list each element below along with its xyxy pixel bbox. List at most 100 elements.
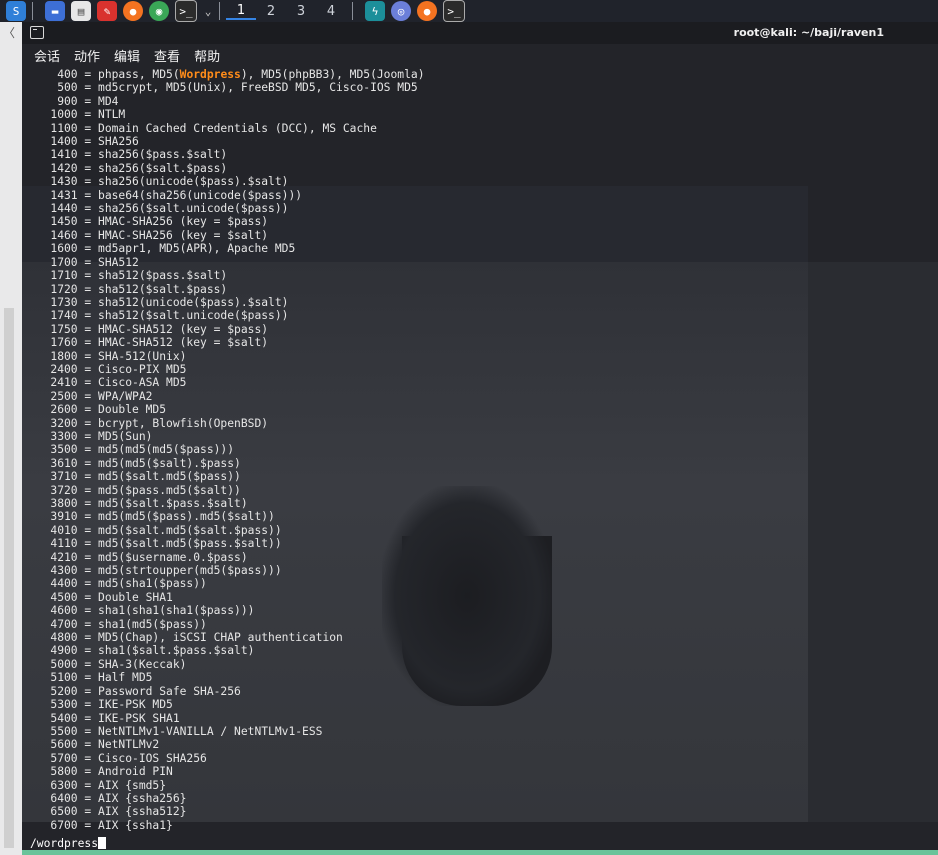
line-text: 1420 = sha256($salt.$pass) — [30, 161, 228, 175]
prompt-text[interactable]: /wordpress — [30, 837, 98, 850]
menu-help[interactable]: 帮助 — [194, 46, 220, 65]
show-desktop-icon[interactable]: ▬ — [45, 1, 65, 21]
workspace-4[interactable]: 4 — [316, 4, 346, 19]
line-text: 4210 = md5($username.0.$pass) — [30, 550, 248, 564]
line-text: 5800 = Android PIN — [30, 765, 173, 779]
terminal-line: 1700 = SHA512 — [30, 256, 930, 269]
terminal-line: 2500 = WPA/WPA2 — [30, 390, 930, 403]
line-text: 1440 = sha256($salt.unicode($pass)) — [30, 202, 289, 216]
line-text: 5400 = IKE-PSK SHA1 — [30, 711, 180, 725]
terminal-line: 1730 = sha512(unicode($pass).$salt) — [30, 296, 930, 309]
line-text: 4800 = MD5(Chap), iSCSI CHAP authenticat… — [30, 631, 343, 645]
line-text: 3910 = md5(md5($pass).md5($salt)) — [30, 510, 275, 524]
terminal-line: 6700 = AIX {ssha1} — [30, 819, 930, 832]
terminal-line: 1400 = SHA256 — [30, 135, 930, 148]
menu-edit[interactable]: 编辑 — [114, 46, 140, 65]
chevron-down-icon[interactable]: ⌄ — [203, 1, 213, 21]
chrome-icon[interactable]: ◉ — [149, 1, 169, 21]
workspace-1[interactable]: 1 — [226, 3, 256, 20]
line-text: 1460 = HMAC-SHA256 (key = $salt) — [30, 228, 269, 242]
terminal-line: 400 = phpass, MD5(Wordpress), MD5(phpBB3… — [30, 68, 930, 81]
terminal-line: 2410 = Cisco-ASA MD5 — [30, 376, 930, 389]
file-manager-icon[interactable]: ▤ — [71, 1, 91, 21]
terminal-line: 5800 = Android PIN — [30, 765, 930, 778]
menu-session[interactable]: 会话 — [34, 46, 60, 65]
terminal-line: 1000 = NTLM — [30, 108, 930, 121]
line-text: 1410 = sha256($pass.$salt) — [30, 148, 228, 162]
burp-icon[interactable]: ϟ — [365, 1, 385, 21]
firefox-icon[interactable]: ● — [123, 1, 143, 21]
line-text: 6700 = AIX {ssha1} — [30, 818, 173, 832]
tor-icon[interactable]: ◎ — [391, 1, 411, 21]
terminal-line: 3710 = md5($salt.md5($pass)) — [30, 470, 930, 483]
terminal-line: 6500 = AIX {ssha512} — [30, 805, 930, 818]
line-text-rest: ), MD5(phpBB3), MD5(Joomla) — [240, 68, 425, 81]
line-text: 4010 = md5($salt.md5($salt.$pass)) — [30, 523, 282, 537]
terminal-line: 1710 = sha512($pass.$salt) — [30, 269, 930, 282]
line-text: 2410 = Cisco-ASA MD5 — [30, 376, 187, 390]
terminal-line: 4700 = sha1(md5($pass)) — [30, 618, 930, 631]
line-text: 1000 = NTLM — [30, 108, 126, 122]
window-title: root@kali: ~/baji/raven1 — [733, 26, 884, 39]
terminal-line: 6300 = AIX {smd5} — [30, 779, 930, 792]
line-text: 6300 = AIX {smd5} — [30, 778, 167, 792]
terminal-line: 1430 = sha256(unicode($pass).$salt) — [30, 175, 930, 188]
line-text: 4900 = sha1($salt.$pass.$salt) — [30, 644, 255, 658]
terminal-line: 1760 = HMAC-SHA512 (key = $salt) — [30, 336, 930, 349]
line-text: 1700 = SHA512 — [30, 255, 139, 269]
terminal-icon — [30, 26, 44, 39]
terminal-line: 1740 = sha512($salt.unicode($pass)) — [30, 309, 930, 322]
terminal-icon[interactable]: >_ — [443, 0, 465, 22]
terminal-line: 1450 = HMAC-SHA256 (key = $pass) — [30, 215, 930, 228]
terminal-icon[interactable]: >_ — [175, 0, 197, 22]
line-text: 1720 = sha512($salt.$pass) — [30, 282, 228, 296]
terminal-window[interactable]: root@kali: ~/baji/raven1 会话 动作 编辑 查看 帮助 … — [22, 22, 938, 855]
command-prompt[interactable]: /wordpress — [30, 837, 107, 850]
highlighted-match: Wordpress — [179, 68, 241, 81]
line-text: 4500 = Double SHA1 — [30, 590, 173, 604]
menu-actions[interactable]: 动作 — [74, 46, 100, 65]
back-arrow-icon[interactable]: 〈 — [3, 26, 17, 40]
terminal-line: 1410 = sha256($pass.$salt) — [30, 148, 930, 161]
terminal-line: 4210 = md5($username.0.$pass) — [30, 551, 930, 564]
line-text: 3200 = bcrypt, Blowfish(OpenBSD) — [30, 416, 269, 430]
firefox-icon[interactable]: ● — [417, 1, 437, 21]
terminal-line: 1750 = HMAC-SHA512 (key = $pass) — [30, 323, 930, 336]
terminal-line: 4110 = md5($salt.md5($pass.$salt)) — [30, 537, 930, 550]
terminal-line: 5400 = IKE-PSK SHA1 — [30, 712, 930, 725]
line-text: 1750 = HMAC-SHA512 (key = $pass) — [30, 322, 269, 336]
terminal-line: 3910 = md5(md5($pass).md5($salt)) — [30, 510, 930, 523]
terminal-titlebar[interactable]: root@kali: ~/baji/raven1 — [22, 22, 938, 44]
line-text: 6500 = AIX {ssha512} — [30, 805, 187, 819]
line-text: 1450 = HMAC-SHA256 (key = $pass) — [30, 215, 269, 229]
line-text: 1740 = sha512($salt.unicode($pass)) — [30, 309, 289, 323]
line-text: 5200 = Password Safe SHA-256 — [30, 684, 241, 698]
terminal-line: 1600 = md5apr1, MD5(APR), Apache MD5 — [30, 242, 930, 255]
line-text: 6400 = AIX {ssha256} — [30, 791, 187, 805]
terminal-line: 4010 = md5($salt.md5($salt.$pass)) — [30, 524, 930, 537]
terminal-line: 5200 = Password Safe SHA-256 — [30, 685, 930, 698]
workspace-2[interactable]: 2 — [256, 4, 286, 19]
line-text: 3300 = MD5(Sun) — [30, 429, 153, 443]
terminal-line: 5500 = NetNTLMv1-VANILLA / NetNTLMv1-ESS — [30, 725, 930, 738]
terminal-line: 3500 = md5(md5(md5($pass))) — [30, 443, 930, 456]
background-scrollbar — [4, 308, 14, 848]
terminal-line: 4300 = md5(strtoupper(md5($pass))) — [30, 564, 930, 577]
line-text: 1600 = md5apr1, MD5(APR), Apache MD5 — [30, 242, 296, 256]
line-text: 1431 = base64(sha256(unicode($pass))) — [30, 188, 303, 202]
terminal-line: 1720 = sha512($salt.$pass) — [30, 283, 930, 296]
menu-bar: 会话 动作 编辑 查看 帮助 — [22, 44, 938, 66]
terminal-line: 5700 = Cisco-IOS SHA256 — [30, 752, 930, 765]
line-text: 400 = phpass, MD5( — [30, 68, 180, 81]
workspace-3[interactable]: 3 — [286, 4, 316, 19]
text-cursor — [98, 837, 107, 849]
line-text: 3610 = md5(md5($salt).$pass) — [30, 456, 241, 470]
kali-menu-icon[interactable]: S — [6, 1, 26, 21]
line-text: 3720 = md5($pass.md5($salt)) — [30, 483, 241, 497]
menu-view[interactable]: 查看 — [154, 46, 180, 65]
text-editor-icon[interactable]: ✎ — [97, 1, 117, 21]
taskbar-separator — [219, 2, 220, 20]
terminal-output[interactable]: 400 = phpass, MD5(Wordpress), MD5(phpBB3… — [30, 68, 930, 832]
line-text: 1430 = sha256(unicode($pass).$salt) — [30, 175, 289, 189]
line-text: 500 = md5crypt, MD5(Unix), FreeBSD MD5, … — [30, 81, 418, 95]
